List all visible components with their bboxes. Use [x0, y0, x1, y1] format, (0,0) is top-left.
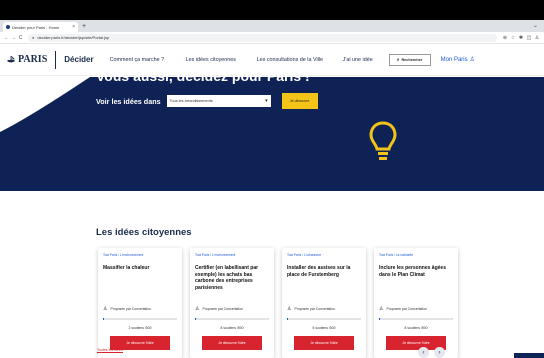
support-progress [103, 318, 177, 320]
support-progress [195, 318, 269, 320]
card-proposer: ♙ Proposée par Concertation [287, 306, 335, 312]
url-field[interactable]: ● decider.paris.fr/decider/jsp/site/Port… [28, 33, 497, 42]
sidepanel-icon[interactable]: ◫ [525, 35, 533, 41]
proposer-text: Proposée par Concertation [294, 307, 336, 311]
tab-close-icon[interactable]: × [72, 24, 75, 30]
support-count: 5 soutiens /500 [312, 326, 336, 330]
idea-cards: Tout Paris / L'environnement Massifier l… [98, 248, 458, 358]
logo-text: PARIS [18, 54, 48, 65]
corner-banner [514, 353, 544, 358]
support-progress-fill [103, 318, 105, 320]
favicon-icon [6, 25, 10, 29]
support-count: 8 soutiens /500 [220, 326, 244, 330]
proposer-text: Proposée par Concertation [202, 307, 244, 311]
card-category: Tout Paris / L'environnement [195, 253, 236, 257]
proposer-text: Proposée par Concertation [386, 307, 428, 311]
nav-consultations[interactable]: Les consultations de la Ville [257, 57, 337, 63]
user-icon: ♙ [287, 306, 292, 312]
nav-jai-une-idee[interactable]: J'ai une idée [343, 57, 381, 63]
search-button[interactable]: ⌕ Rechercher [388, 53, 431, 66]
card-category: Tout Paris / L'environnement [103, 253, 144, 257]
paris-logo[interactable]: PARIS [6, 54, 47, 65]
user-icon: ♙ [195, 306, 200, 312]
browser-tab[interactable]: Décider pour Paris - Home × [3, 22, 78, 32]
nav-idees-citoyennes[interactable]: Les idées citoyennes [186, 57, 238, 63]
carousel-prev-button[interactable]: ‹ [418, 347, 429, 358]
idea-card[interactable]: Tout Paris / L'environnement Massifier l… [98, 248, 182, 358]
bookmark-star-icon[interactable]: ☆ [509, 35, 517, 41]
support-progress-fill [379, 318, 381, 320]
tab-title: Décider pour Paris - Home [12, 24, 60, 30]
card-title: Inclure les personnes âgées dans le Plan… [379, 265, 446, 278]
extension-icon[interactable]: ⊕ [501, 35, 509, 41]
address-bar-row: ← → C ● decider.paris.fr/decider/jsp/sit… [0, 32, 544, 44]
card-proposer: ♙ Proposée par Concertation [379, 306, 427, 312]
search-icon: ⌕ [396, 57, 400, 62]
arrondissement-select[interactable]: Tous les arrondissements ▾ [166, 95, 271, 107]
back-icon[interactable]: ← [3, 35, 10, 41]
hero-title: Vous aussi, décidez pour Paris ! [96, 68, 310, 84]
user-icon: ♙ [103, 306, 108, 312]
card-title: Massifier la chaleur [103, 265, 150, 271]
user-icon: ♙ [469, 57, 476, 63]
card-proposer: ♙ Proposée par Concertation [195, 306, 243, 312]
idea-card[interactable]: Tout Paris / L'urbanisme Installer des a… [282, 248, 366, 358]
support-count: 2 soutiens /500 [128, 326, 152, 330]
lightbulb-icon [369, 121, 397, 160]
site-section-title[interactable]: Décider [64, 55, 93, 64]
ideas-section-title: Les idées citoyennes [96, 227, 192, 238]
new-tab-button[interactable]: + [82, 22, 86, 32]
idea-card[interactable]: Tout Paris / L'environnement Certifier (… [190, 248, 274, 358]
card-title: Certifier (en labellisant par exemple) l… [195, 265, 259, 291]
filter-label: Voir les idées dans [96, 96, 161, 106]
lock-icon: ● [32, 35, 35, 40]
forward-icon[interactable]: → [10, 35, 17, 41]
user-icon: ♙ [379, 306, 384, 312]
chevron-down-icon: ▾ [265, 98, 268, 104]
card-category: Tout Paris / L'urbanisme [287, 253, 322, 257]
support-progress-fill [195, 318, 197, 320]
carousel-next-button[interactable]: › [434, 347, 445, 358]
support-progress [287, 318, 361, 320]
card-category: Tout Paris / La solidarité [379, 253, 414, 257]
support-progress-fill [287, 318, 289, 320]
search-label: Rechercher [401, 57, 423, 62]
extensions-puzzle-icon[interactable]: ✱ [517, 35, 525, 41]
tab-search-icon[interactable]: ⌄ [533, 22, 538, 29]
proposer-text: Proposée par Concertation [110, 307, 152, 311]
support-count: 8 soutiens /500 [404, 326, 428, 330]
reload-icon[interactable]: C [17, 35, 24, 41]
idea-card[interactable]: Tout Paris / La solidarité Inclure les p… [374, 248, 458, 358]
support-progress [379, 318, 453, 320]
paris-ship-icon [7, 55, 15, 62]
account-label: Mon Paris [440, 56, 468, 63]
ideas-footer: Toutes les idées ‹ › [0, 347, 544, 358]
card-title: Installer des assises sur la place de Fu… [287, 265, 351, 278]
discover-button[interactable]: Je découvre [281, 93, 318, 109]
profile-icon[interactable]: ♙ [533, 35, 541, 41]
url-text: decider.paris.fr/decider/jsp/site/Portal… [37, 35, 110, 40]
hero-filter-row: Voir les idées dans Tous les arrondissem… [96, 93, 318, 109]
tab-strip: Décider pour Paris - Home × + ⌄ [0, 20, 544, 32]
mon-paris-link[interactable]: Mon Paris ♙ [440, 56, 476, 64]
see-all-ideas-link[interactable]: Toutes les idées [97, 348, 123, 353]
card-proposer: ♙ Proposée par Concertation [103, 306, 151, 312]
browser-window: Décider pour Paris - Home × + ⌄ ← → C ● … [0, 20, 544, 358]
select-value: Tous les arrondissements [169, 99, 213, 103]
screen: Décider pour Paris - Home × + ⌄ ← → C ● … [0, 0, 544, 358]
header-divider [55, 50, 57, 69]
nav-comment-ca-marche[interactable]: Comment ça marche ? [110, 57, 168, 63]
